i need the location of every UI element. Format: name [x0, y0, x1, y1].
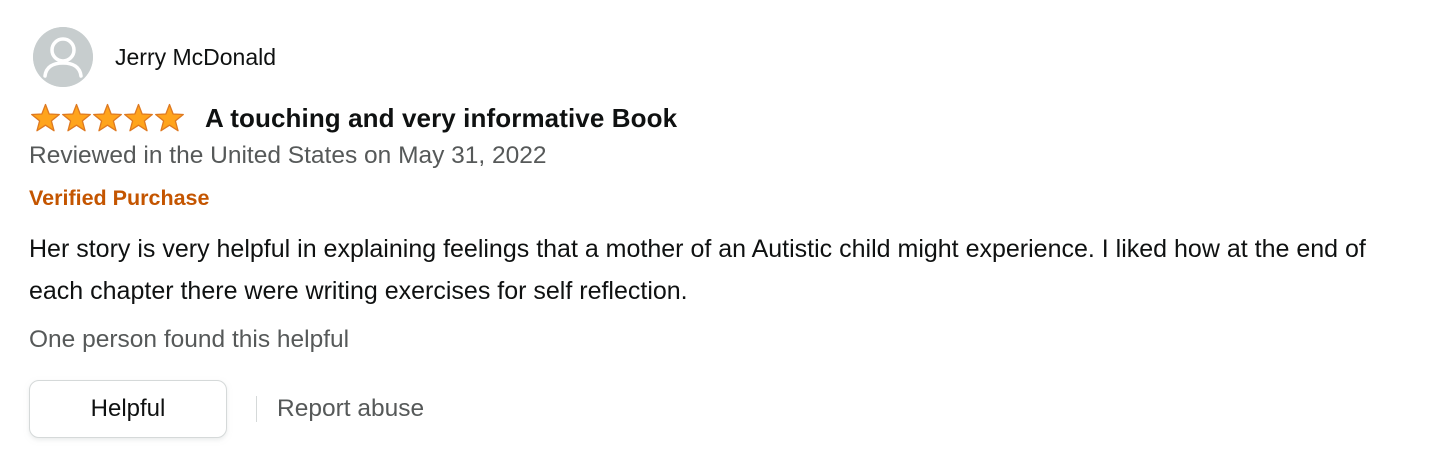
star-icon	[31, 103, 60, 132]
reviewer-name[interactable]: Jerry McDonald	[115, 44, 276, 71]
review-date: Reviewed in the United States on May 31,…	[29, 142, 547, 169]
star-icon	[124, 103, 153, 132]
star-icon	[155, 103, 184, 132]
helpful-count: One person found this helpful	[29, 326, 350, 353]
report-abuse-link[interactable]: Report abuse	[277, 395, 424, 423]
customer-review: Jerry McDonald A touching and very infor…	[0, 0, 1436, 468]
review-body: Her story is very helpful in explaining …	[29, 235, 1366, 305]
rating-row: A touching and very informative Book	[30, 101, 677, 135]
avatar[interactable]	[33, 27, 93, 87]
star-icon	[93, 103, 122, 132]
review-title[interactable]: A touching and very informative Book	[205, 103, 677, 134]
reviewer-profile[interactable]: Jerry McDonald	[33, 27, 276, 87]
star-icon	[62, 103, 91, 132]
verified-purchase-badge[interactable]: Verified Purchase	[29, 186, 209, 211]
review-actions: Helpful Report abuse	[29, 378, 424, 440]
star-rating[interactable]	[30, 103, 185, 133]
helpful-button[interactable]: Helpful	[29, 380, 227, 438]
default-user-avatar-icon	[33, 27, 93, 87]
divider	[256, 396, 257, 422]
